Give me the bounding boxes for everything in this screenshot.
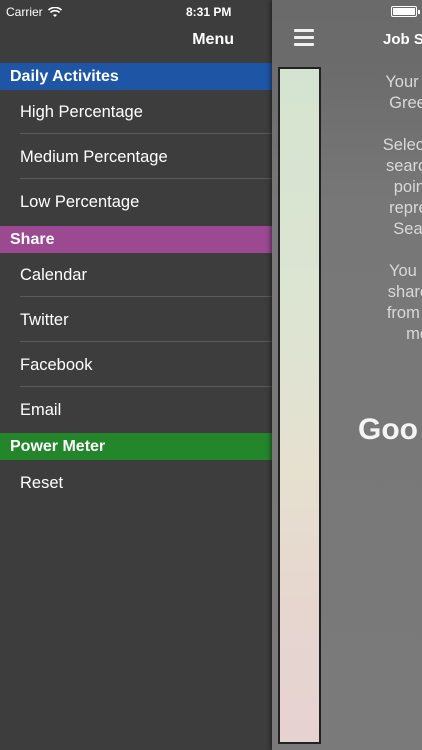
wifi-icon xyxy=(47,6,62,17)
menu-item-medium-percentage[interactable]: Medium Percentage xyxy=(20,135,272,179)
menu-item-email[interactable]: Email xyxy=(20,388,272,432)
battery-icon xyxy=(391,6,420,17)
power-meter-bar xyxy=(278,67,321,744)
section-power-meter: Power Meter xyxy=(0,433,272,460)
menu-item-twitter[interactable]: Twitter xyxy=(20,298,272,342)
menu-item-low-percentage[interactable]: Low Percentage xyxy=(20,180,272,224)
menu-item-calendar[interactable]: Calendar xyxy=(20,253,272,297)
section-daily-activities: Daily Activites xyxy=(0,63,272,90)
paragraph-selecting: Selecting fr search act points w represe… xyxy=(382,136,422,238)
section-share: Share xyxy=(0,226,272,253)
menu-item-reset[interactable]: Reset xyxy=(20,461,272,505)
paragraph-goal: Your goal i Green Zo xyxy=(385,73,422,112)
status-time: 8:31 PM xyxy=(186,5,232,19)
content-panel: Job S Your goal i Green Zo Selecting fr … xyxy=(272,0,422,750)
menu-title: Menu xyxy=(192,31,234,48)
status-bar-left: Carrier xyxy=(6,2,62,22)
carrier-label: Carrier xyxy=(6,5,43,19)
panel-title: Job S xyxy=(383,31,422,48)
panel-description: Your goal i Green Zo Selecting fr search… xyxy=(324,72,422,366)
menu-item-high-percentage[interactable]: High Percentage xyxy=(20,90,272,134)
screen: Carrier 8:31 PM Menu Daily Activites Hig… xyxy=(0,0,422,750)
side-menu: Carrier 8:31 PM Menu Daily Activites Hig… xyxy=(0,0,272,750)
menu-item-facebook[interactable]: Facebook xyxy=(20,343,272,387)
hamburger-menu-icon[interactable] xyxy=(294,29,314,47)
paragraph-share: You are e share you from the a medi xyxy=(386,262,422,343)
meter-status-word: Goo xyxy=(358,413,418,446)
